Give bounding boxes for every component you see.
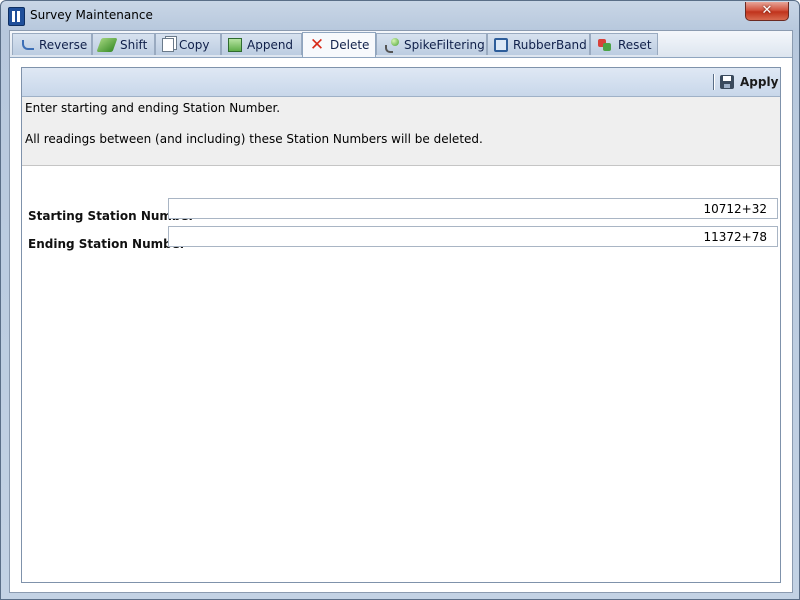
client-area: Reverse Shift Copy Append ✕ Delete Spike… xyxy=(9,30,793,593)
tab-reset[interactable]: Reset xyxy=(590,33,658,55)
spike-filter-icon xyxy=(383,37,399,53)
instruction-text: Enter starting and ending Station Number… xyxy=(25,101,281,115)
reverse-arrow-icon xyxy=(22,39,34,50)
close-icon: ✕ xyxy=(761,3,773,18)
title-bar[interactable]: Survey Maintenance ✕ xyxy=(1,1,799,30)
tab-label: Copy xyxy=(179,37,210,52)
toolbar-separator xyxy=(713,74,715,90)
delete-x-icon: ✕ xyxy=(309,35,325,55)
tab-delete[interactable]: ✕ Delete xyxy=(302,32,376,57)
tab-append[interactable]: Append xyxy=(221,33,302,55)
tab-copy[interactable]: Copy xyxy=(155,33,221,55)
rubber-band-icon xyxy=(494,37,508,52)
apply-label: Apply xyxy=(740,75,779,89)
tab-label: RubberBand xyxy=(513,37,587,52)
tab-label: SpikeFiltering xyxy=(404,37,485,52)
tab-strip: Reverse Shift Copy Append ✕ Delete Spike… xyxy=(10,31,792,58)
shift-icon xyxy=(96,37,118,52)
save-icon xyxy=(720,75,734,89)
ending-station-label: Ending Station Number xyxy=(28,237,186,251)
reset-icon xyxy=(597,38,613,52)
tab-spikefiltering[interactable]: SpikeFiltering xyxy=(376,33,487,55)
panel-toolbar: Apply xyxy=(22,68,780,97)
close-button[interactable]: ✕ xyxy=(745,2,789,21)
append-icon xyxy=(228,37,242,52)
tab-label: Reverse xyxy=(39,37,88,52)
tab-shift[interactable]: Shift xyxy=(92,33,155,55)
warning-text: All readings between (and including) the… xyxy=(25,132,483,146)
tab-label: Append xyxy=(247,37,294,52)
app-icon xyxy=(8,7,25,26)
tab-label: Reset xyxy=(618,37,652,52)
tab-label: Shift xyxy=(120,37,148,52)
copy-icon xyxy=(162,37,174,52)
window-title: Survey Maintenance xyxy=(30,8,153,22)
ending-station-input[interactable] xyxy=(168,226,778,247)
starting-station-input[interactable] xyxy=(168,198,778,219)
tab-rubberband[interactable]: RubberBand xyxy=(487,33,590,55)
tab-reverse[interactable]: Reverse xyxy=(12,33,92,55)
tab-label: Delete xyxy=(330,38,370,52)
delete-panel: Apply Enter starting and ending Station … xyxy=(21,67,781,583)
survey-maintenance-window: Survey Maintenance ✕ Reverse Shift Copy … xyxy=(0,0,800,600)
apply-button[interactable]: Apply xyxy=(720,72,778,92)
instructions-box: Enter starting and ending Station Number… xyxy=(22,97,780,166)
